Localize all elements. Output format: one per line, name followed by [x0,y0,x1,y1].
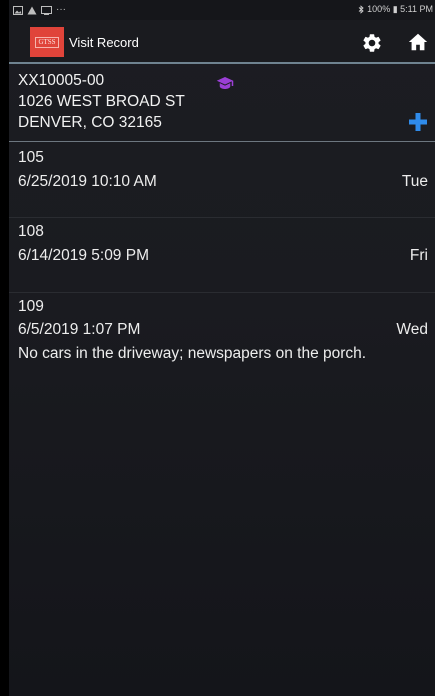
address-block: XX10005-00 1026 WEST BROAD ST DENVER, CO… [9,64,435,142]
status-icons-right: 100% ▮ 5:11 PM [358,4,433,15]
app-screen: ··· 100% ▮ 5:11 PM GTSS Visit Record XX1… [9,0,435,696]
visit-weekday: Fri [409,247,428,264]
visit-id: 105 [18,149,44,166]
visit-datetime: 6/5/2019 1:07 PM [18,321,141,338]
street-address: 1026 WEST BROAD ST [18,93,185,110]
status-bar: ··· 100% ▮ 5:11 PM [9,0,435,20]
status-text: 100% ▮ 5:11 PM [367,4,433,14]
app-logo[interactable]: GTSS [30,27,64,57]
visit-weekday: Tue [401,173,428,190]
settings-gear-icon[interactable] [361,32,383,54]
visit-id: 108 [18,223,44,240]
city-state-zip: DENVER, CO 32165 [18,114,162,131]
visit-note: No cars in the driveway; newspapers on t… [18,345,367,362]
visit-list-item[interactable]: 105 6/25/2019 10:10 AM Tue [9,142,435,218]
image-icon [13,5,23,15]
status-icons-left: ··· [13,4,66,16]
visit-list-item[interactable]: 108 6/14/2019 5:09 PM Fri [9,218,435,293]
visit-id: 109 [18,298,44,315]
visit-list-item[interactable]: 109 6/5/2019 1:07 PM Wed No cars in the … [9,293,435,393]
visit-datetime: 6/14/2019 5:09 PM [18,247,149,264]
account-number: XX10005-00 [18,72,105,89]
cast-icon [41,5,52,15]
bluetooth-icon [358,5,364,14]
warning-icon [27,6,37,14]
more-icon: ··· [56,4,66,15]
graduation-cap-icon [216,77,234,89]
app-header: GTSS Visit Record [9,20,435,64]
visit-weekday: Wed [396,321,428,338]
visit-datetime: 6/25/2019 10:10 AM [18,173,157,190]
logo-text: GTSS [35,36,59,48]
add-visit-plus-icon[interactable] [407,111,429,133]
home-icon[interactable] [407,31,429,53]
page-title: Visit Record [69,35,139,50]
